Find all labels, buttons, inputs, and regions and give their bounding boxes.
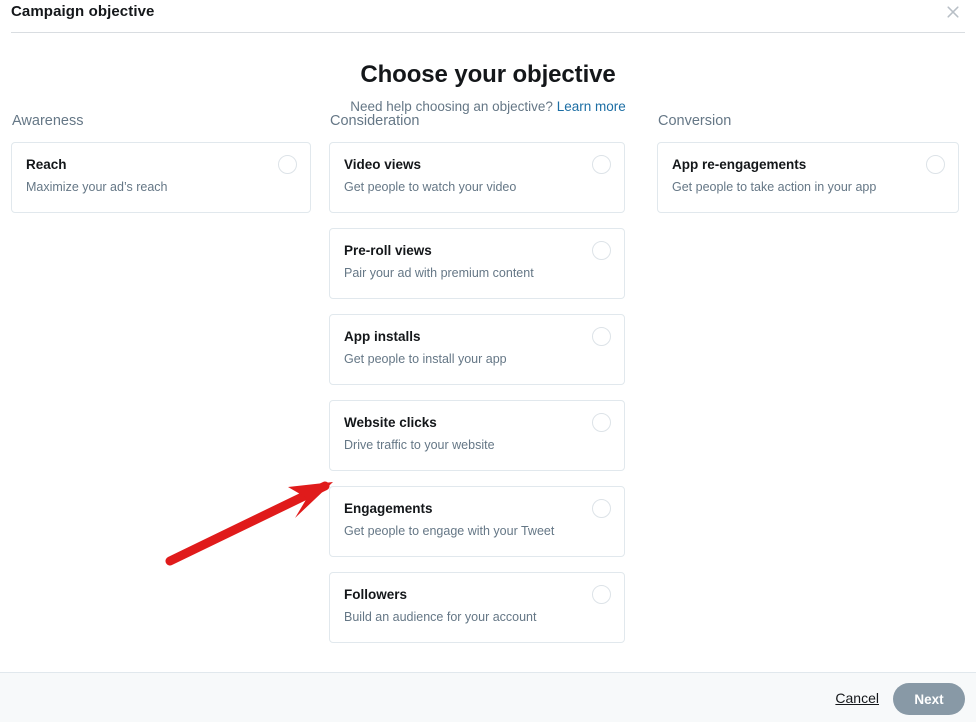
- cancel-button[interactable]: Cancel: [835, 690, 879, 706]
- radio-button-icon[interactable]: [592, 327, 611, 346]
- objective-desc: Get people to take action in your app: [672, 180, 877, 194]
- objective-name: Pre-roll views: [344, 243, 432, 258]
- objective-desc: Pair your ad with premium content: [344, 266, 534, 280]
- objective-column-consideration: Consideration Video views Get people to …: [324, 113, 648, 658]
- modal-header: Campaign objective: [0, 0, 976, 33]
- objective-desc: Get people to install your app: [344, 352, 507, 366]
- objective-card-app-installs[interactable]: App installs Get people to install your …: [329, 314, 625, 385]
- column-label-conversion: Conversion: [658, 113, 732, 129]
- objective-name: Followers: [344, 587, 408, 602]
- objective-content-area: Choose your objective Need help choosing…: [0, 33, 976, 672]
- subheading-text: Need help choosing an objective?: [350, 99, 553, 114]
- objective-card-website-clicks[interactable]: Website clicks Drive traffic to your web…: [329, 400, 625, 471]
- choose-objective-subheading: Need help choosing an objective? Learn m…: [0, 89, 976, 114]
- objective-card-followers[interactable]: Followers Build an audience for your acc…: [329, 572, 625, 643]
- radio-button-icon[interactable]: [278, 155, 297, 174]
- objective-name: Reach: [26, 157, 67, 172]
- objective-columns: Awareness Reach Maximize your ad’s reach…: [0, 113, 976, 658]
- objective-card-video-views[interactable]: Video views Get people to watch your vid…: [329, 142, 625, 213]
- objective-desc: Build an audience for your account: [344, 610, 537, 624]
- next-button[interactable]: Next: [893, 683, 965, 715]
- column-label-awareness: Awareness: [12, 113, 84, 129]
- objective-name: Video views: [344, 157, 422, 172]
- radio-button-icon[interactable]: [592, 499, 611, 518]
- radio-button-icon[interactable]: [592, 585, 611, 604]
- objective-name: App installs: [344, 329, 421, 344]
- objective-name: App re-engagements: [672, 157, 807, 172]
- objective-card-app-re-engagements[interactable]: App re-engagements Get people to take ac…: [657, 142, 959, 213]
- radio-button-icon[interactable]: [592, 155, 611, 174]
- objective-card-engagements[interactable]: Engagements Get people to engage with yo…: [329, 486, 625, 557]
- close-icon[interactable]: [944, 3, 962, 21]
- learn-more-link[interactable]: Learn more: [557, 99, 626, 114]
- objective-name: Website clicks: [344, 415, 437, 430]
- radio-button-icon[interactable]: [592, 241, 611, 260]
- objective-card-pre-roll-views[interactable]: Pre-roll views Pair your ad with premium…: [329, 228, 625, 299]
- radio-button-icon[interactable]: [926, 155, 945, 174]
- objective-desc: Drive traffic to your website: [344, 438, 495, 452]
- choose-objective-heading: Choose your objective: [360, 61, 616, 88]
- page-title: Campaign objective: [11, 3, 155, 20]
- objective-desc: Get people to watch your video: [344, 180, 517, 194]
- objective-desc: Maximize your ad’s reach: [26, 180, 168, 194]
- modal-footer: Cancel Next: [0, 672, 976, 722]
- objective-column-conversion: Conversion App re-engagements Get people…: [648, 113, 976, 658]
- objective-card-reach[interactable]: Reach Maximize your ad’s reach: [11, 142, 311, 213]
- objective-name: Engagements: [344, 501, 433, 516]
- objective-column-awareness: Awareness Reach Maximize your ad’s reach: [0, 113, 324, 658]
- objective-desc: Get people to engage with your Tweet: [344, 524, 555, 538]
- radio-button-icon[interactable]: [592, 413, 611, 432]
- column-label-consideration: Consideration: [330, 113, 420, 129]
